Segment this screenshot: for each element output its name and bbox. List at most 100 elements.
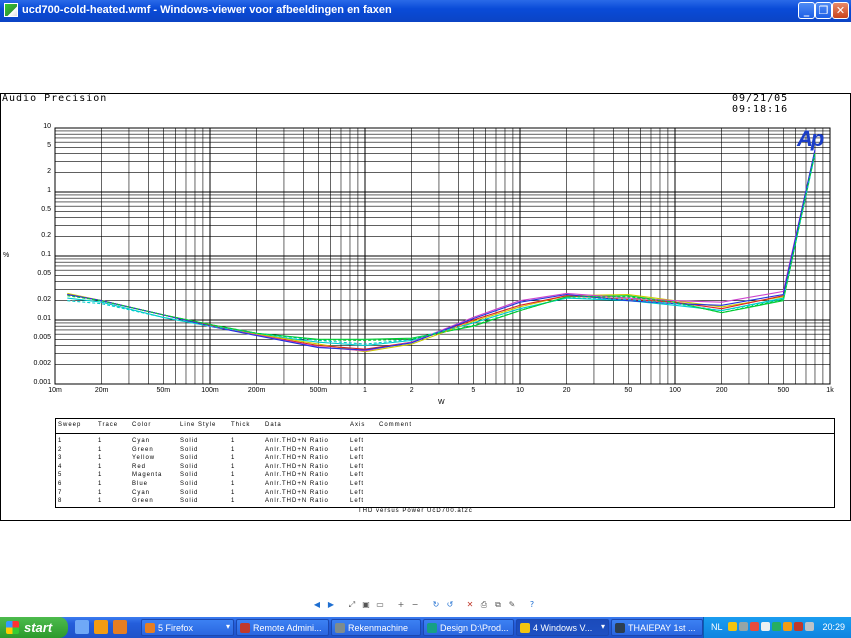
legend-cell: Left bbox=[350, 489, 365, 496]
volume-icon[interactable] bbox=[761, 622, 770, 631]
legend-cell: 1 bbox=[98, 446, 103, 453]
actual-size-icon[interactable]: ▣ bbox=[361, 600, 371, 610]
x-tick-label: 1 bbox=[363, 387, 367, 394]
update-icon[interactable] bbox=[783, 622, 792, 631]
msn-icon[interactable] bbox=[772, 622, 781, 631]
zoom-out-icon[interactable]: − bbox=[410, 600, 420, 610]
taskbar-button-1[interactable]: 5 Firefox ▾ bbox=[141, 619, 234, 636]
legend-cell: Solid bbox=[180, 498, 199, 505]
x-axis-label: W bbox=[438, 399, 445, 406]
legend-header-cell: Thick bbox=[231, 422, 251, 428]
x-tick-label: 200 bbox=[715, 387, 728, 394]
sweep-legend-table: Sweep Trace Color Line Style Thick Data Axis Co… bbox=[55, 418, 835, 508]
prev-image-icon[interactable]: ◀ bbox=[312, 600, 322, 610]
series-line-4 bbox=[67, 150, 816, 350]
legend-cell: Anlr.THD+N Ratio bbox=[265, 472, 329, 479]
x-tick-label: 200m bbox=[247, 387, 266, 394]
legend-cell: Magenta bbox=[132, 472, 163, 479]
legend-cell: 1 bbox=[231, 489, 236, 496]
plot-caption: THD versus Power UcD700.at2c bbox=[358, 508, 473, 514]
taskbar-button-6[interactable]: THAIEPAY 1st ... bbox=[611, 619, 703, 636]
x-tick-label: 10 bbox=[516, 387, 524, 394]
delete-icon[interactable]: ✕ bbox=[465, 600, 475, 610]
legend-cell: 1 bbox=[98, 455, 103, 462]
system-tray: NL 20:29 bbox=[703, 617, 851, 638]
legend-cell: 1 bbox=[231, 472, 236, 479]
legend-cell: Solid bbox=[180, 489, 199, 496]
network-icon[interactable] bbox=[739, 622, 748, 631]
y-tick-label: 5 bbox=[47, 142, 51, 150]
y-tick-label: 0.1 bbox=[41, 251, 51, 258]
clock[interactable]: 20:29 bbox=[822, 622, 845, 632]
taskbar-button-4[interactable]: Design D:\Prod... bbox=[423, 619, 514, 636]
security-icon[interactable] bbox=[750, 622, 759, 631]
legend-cell: 7 bbox=[58, 489, 63, 496]
start-label: start bbox=[24, 620, 53, 635]
legend-cell: 1 bbox=[231, 498, 236, 505]
x-tick-label: 20m bbox=[94, 387, 109, 394]
legend-cell: Blue bbox=[132, 481, 149, 487]
legend-cell: 6 bbox=[58, 481, 63, 487]
legend-cell: 1 bbox=[231, 446, 236, 453]
start-button[interactable]: start bbox=[0, 617, 68, 638]
legend-header-row bbox=[56, 419, 834, 434]
task-label: Rekenmachine bbox=[348, 623, 409, 633]
outlook-icon[interactable] bbox=[94, 620, 108, 634]
x-tick-label: 10m bbox=[48, 387, 62, 394]
zoom-in-icon[interactable]: + bbox=[396, 600, 406, 610]
legend-cell: Left bbox=[350, 438, 365, 444]
legend-cell: Solid bbox=[180, 472, 199, 479]
legend-cell: Anlr.THD+N Ratio bbox=[265, 498, 329, 505]
legend-header-cell: Data bbox=[265, 422, 282, 428]
next-image-icon[interactable]: ▶ bbox=[326, 600, 336, 610]
legend-cell: 1 bbox=[231, 438, 236, 444]
legend-cell: 2 bbox=[58, 446, 63, 453]
open-editor-icon[interactable]: ✎ bbox=[507, 600, 517, 610]
copy-to-icon[interactable]: ⧉ bbox=[493, 600, 503, 610]
x-tick-label: 100 bbox=[669, 387, 681, 394]
mail-icon[interactable] bbox=[728, 622, 737, 631]
task-app-icon bbox=[335, 623, 345, 633]
task-label: 4 Windows V... bbox=[533, 623, 593, 633]
legend-header-cell: Axis bbox=[350, 422, 366, 428]
legend-header-cell: Trace bbox=[98, 422, 119, 428]
taskbar-button-5[interactable]: 4 Windows V... ▾ bbox=[516, 619, 609, 636]
x-tick-label: 20 bbox=[562, 387, 571, 394]
legend-cell: 1 bbox=[231, 481, 236, 487]
legend-cell: Anlr.THD+N Ratio bbox=[265, 463, 329, 470]
legend-cell: 3 bbox=[58, 455, 63, 462]
taskbar-button-3[interactable]: Rekenmachine bbox=[331, 619, 421, 636]
y-axis-label: % bbox=[3, 252, 10, 259]
y-tick-label: 0.02 bbox=[37, 295, 51, 303]
firefox-icon[interactable] bbox=[113, 620, 127, 634]
chevron-down-icon: ▾ bbox=[600, 622, 605, 631]
best-fit-icon[interactable]: ⤢ bbox=[347, 600, 357, 610]
legend-cell: Left bbox=[350, 472, 365, 479]
slideshow-icon[interactable]: ▭ bbox=[375, 600, 385, 610]
series-line-7 bbox=[67, 154, 816, 345]
legend-cell: 1 bbox=[98, 463, 103, 470]
y-tick-label: 0.002 bbox=[33, 359, 51, 367]
series-line-1 bbox=[67, 153, 816, 347]
connection-icon[interactable] bbox=[805, 622, 814, 631]
print-icon[interactable]: ⎙ bbox=[479, 600, 489, 610]
y-tick-label: 0.2 bbox=[41, 231, 51, 239]
taskbar: start 5 Firefox ▾ Remote Admini... Rekenmac… bbox=[0, 617, 851, 638]
rotate-counterclockwise-icon[interactable]: ↺ bbox=[445, 600, 455, 610]
x-tick-label: 50m bbox=[156, 387, 171, 394]
legend-cell: 1 bbox=[98, 438, 103, 444]
legend-cell: Left bbox=[350, 481, 365, 487]
legend-cell: 1 bbox=[98, 481, 103, 487]
legend-cell: Yellow bbox=[132, 455, 156, 462]
show-desktop-icon[interactable] bbox=[75, 620, 89, 634]
windows-flag-icon bbox=[6, 621, 19, 634]
antivirus-icon[interactable] bbox=[794, 622, 803, 631]
rotate-clockwise-icon[interactable]: ↻ bbox=[431, 600, 441, 610]
taskbar-button-2[interactable]: Remote Admini... bbox=[236, 619, 329, 636]
language-indicator[interactable]: NL bbox=[711, 622, 723, 632]
legend-cell: 1 bbox=[231, 463, 236, 470]
task-app-icon bbox=[520, 623, 530, 633]
x-tick-label: 2 bbox=[409, 387, 414, 394]
help-icon[interactable]: ? bbox=[527, 600, 537, 610]
task-app-icon bbox=[240, 623, 250, 633]
